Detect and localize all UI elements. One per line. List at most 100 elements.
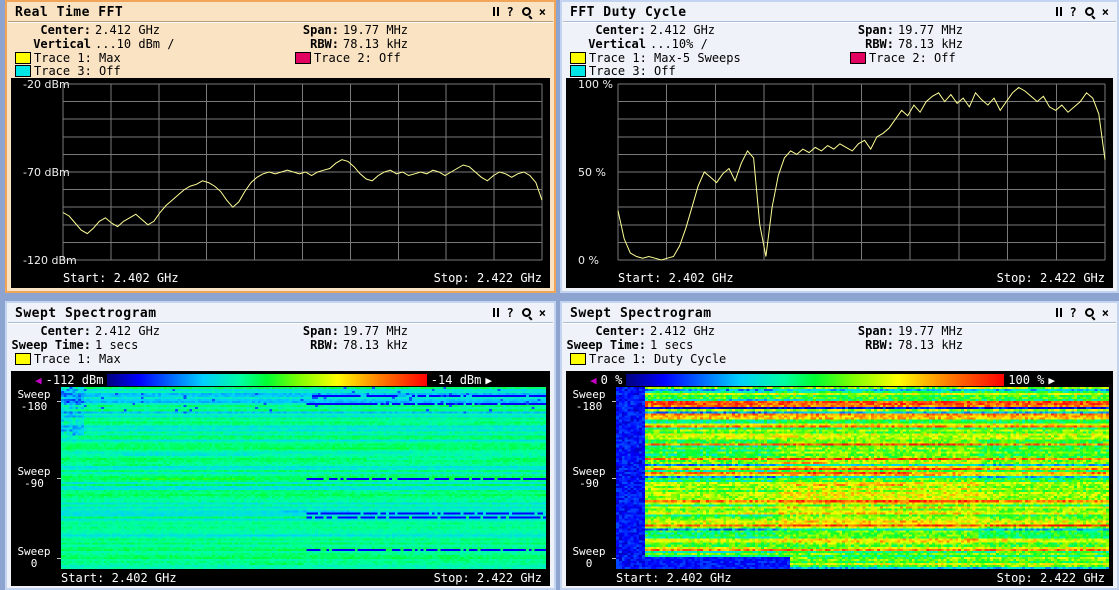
scale-min-arrow-icon[interactable]: ◀	[35, 374, 42, 387]
center-label: Center:	[562, 23, 646, 37]
titlebar-fft-duty-cycle[interactable]: FFT Duty Cycle ? ×	[562, 2, 1117, 21]
close-icon[interactable]: ×	[1102, 6, 1109, 18]
window-controls: ? ×	[492, 6, 546, 18]
help-icon[interactable]: ?	[1070, 307, 1077, 319]
sweep-label-mid: Sweep-90	[11, 466, 57, 490]
x-axis-stop-label: Stop: 2.422 GHz	[997, 571, 1105, 585]
pause-icon[interactable]	[1055, 6, 1063, 18]
legend-row-1: Trace 1: Duty Cycle	[562, 352, 1117, 365]
magnifier-icon[interactable]	[521, 307, 532, 319]
panel-title: FFT Duty Cycle	[570, 5, 687, 20]
info-row-1: Center: 2.412 GHz Span: 19.77 MHz	[562, 23, 1117, 37]
trace1-swatch[interactable]	[15, 52, 31, 64]
close-icon[interactable]: ×	[539, 6, 546, 18]
close-icon[interactable]: ×	[1102, 307, 1109, 319]
sweep-time-label: Sweep Time:	[562, 338, 646, 352]
span-value: 19.77 MHz	[343, 23, 408, 37]
sweep-tick	[612, 478, 616, 479]
vertical-label: Vertical	[562, 37, 646, 51]
magnifier-icon[interactable]	[1084, 6, 1095, 18]
trace1-swatch[interactable]	[15, 353, 31, 365]
span-value: 19.77 MHz	[898, 324, 963, 338]
pause-icon[interactable]	[1055, 307, 1063, 319]
sweep-time-value: 1 secs	[95, 338, 138, 352]
sweep-tick	[612, 401, 616, 402]
scale-max-arrow-icon[interactable]: ▶	[485, 374, 492, 387]
y-axis-top-label: 100 %	[578, 78, 618, 91]
rbw-value: 78.13 kHz	[898, 37, 963, 51]
rbw-value: 78.13 kHz	[343, 338, 408, 352]
legend-row-2: Trace 3: Off	[7, 64, 554, 77]
center-value: 2.412 GHz	[650, 23, 715, 37]
span-value: 19.77 MHz	[343, 324, 408, 338]
color-scale-bar: ◀ -112 dBm -14 dBm ▶	[11, 373, 550, 387]
help-icon[interactable]: ?	[507, 6, 514, 18]
scale-min-label: 0 %	[601, 373, 623, 387]
color-gradient	[626, 374, 1004, 386]
trace2-swatch[interactable]	[850, 52, 866, 64]
trace3-label: Trace 3: Off	[589, 64, 676, 78]
trace1-swatch[interactable]	[570, 353, 586, 365]
help-icon[interactable]: ?	[507, 307, 514, 319]
pause-icon[interactable]	[492, 6, 500, 18]
scale-max-arrow-icon[interactable]: ▶	[1048, 374, 1055, 387]
trace3-swatch[interactable]	[570, 65, 586, 77]
sweep-tick	[57, 401, 61, 402]
x-axis-start-label: Start: 2.402 GHz	[63, 271, 179, 285]
rbw-label: RBW:	[810, 338, 894, 352]
span-label: Span:	[255, 324, 339, 338]
trace2-label: Trace 2: Off	[869, 51, 956, 65]
span-label: Span:	[810, 23, 894, 37]
titlebar-real-time-fft[interactable]: Real Time FFT ? ×	[7, 2, 554, 21]
sweep-time-label: Sweep Time:	[7, 338, 91, 352]
info-row-1: Center: 2.412 GHz Span: 19.77 MHz	[562, 324, 1117, 338]
window-controls: ? ×	[1055, 6, 1109, 18]
trace1-label: Trace 1: Max	[34, 51, 121, 65]
rbw-label: RBW:	[255, 338, 339, 352]
center-label: Center:	[7, 23, 91, 37]
vertical-value: ...10% /	[650, 37, 708, 51]
trace2-swatch[interactable]	[295, 52, 311, 64]
real-time-fft-plot: -20 dBm -70 dBm -120 dBm Start: 2.402 GH…	[11, 78, 550, 288]
center-value: 2.412 GHz	[95, 324, 160, 338]
y-axis-top-label: -20 dBm	[23, 78, 63, 91]
close-icon[interactable]: ×	[539, 307, 546, 319]
sweep-tick	[57, 558, 61, 559]
legend-row-1: Trace 1: Max	[7, 352, 554, 365]
sweep-label-bottom: Sweep0	[566, 546, 612, 570]
panel-swept-spectrogram-max: Swept Spectrogram ? × Center: 2.412 GHz …	[5, 301, 556, 590]
titlebar-swept-spectrogram[interactable]: Swept Spectrogram ? ×	[7, 303, 554, 322]
info-row-2: Vertical ...10 dBm / RBW: 78.13 kHz	[7, 37, 554, 51]
trace3-label: Trace 3: Off	[34, 64, 121, 78]
panel-fft-duty-cycle: FFT Duty Cycle ? × Center: 2.412 GHz Spa…	[560, 0, 1119, 293]
vertical-label: Vertical	[7, 37, 91, 51]
rbw-value: 78.13 kHz	[343, 37, 408, 51]
window-controls: ? ×	[492, 307, 546, 319]
titlebar-swept-spectrogram[interactable]: Swept Spectrogram ? ×	[562, 303, 1117, 322]
help-icon[interactable]: ?	[1070, 6, 1077, 18]
x-axis-stop-label: Stop: 2.422 GHz	[434, 571, 542, 585]
legend-row-2: Trace 3: Off	[562, 64, 1117, 77]
sweep-label-top: Sweep-180	[11, 389, 57, 413]
trace1-swatch[interactable]	[570, 52, 586, 64]
scale-min-label: -112 dBm	[46, 373, 104, 387]
pause-icon[interactable]	[492, 307, 500, 319]
info-row-2: Sweep Time: 1 secs RBW: 78.13 kHz	[562, 338, 1117, 352]
duty-cycle-plot: 100 % 50 % 0 % Start: 2.402 GHz Stop: 2.…	[566, 78, 1113, 288]
trace1-label: Trace 1: Duty Cycle	[589, 352, 726, 366]
panel-title: Swept Spectrogram	[15, 306, 157, 321]
rbw-value: 78.13 kHz	[898, 338, 963, 352]
y-axis-mid-label: -70 dBm	[23, 166, 63, 179]
x-axis-start-label: Start: 2.402 GHz	[618, 271, 734, 285]
info-row-2: Vertical ...10% / RBW: 78.13 kHz	[562, 37, 1117, 51]
spectrogram-area: ◀ -112 dBm -14 dBm ▶ Sweep-180 Sweep-90 …	[11, 371, 550, 586]
trace3-swatch[interactable]	[15, 65, 31, 77]
rbw-label: RBW:	[255, 37, 339, 51]
scale-min-arrow-icon[interactable]: ◀	[590, 374, 597, 387]
magnifier-icon[interactable]	[1084, 307, 1095, 319]
magnifier-icon[interactable]	[521, 6, 532, 18]
center-label: Center:	[562, 324, 646, 338]
sweep-label-mid: Sweep-90	[566, 466, 612, 490]
span-value: 19.77 MHz	[898, 23, 963, 37]
sweep-tick	[57, 478, 61, 479]
